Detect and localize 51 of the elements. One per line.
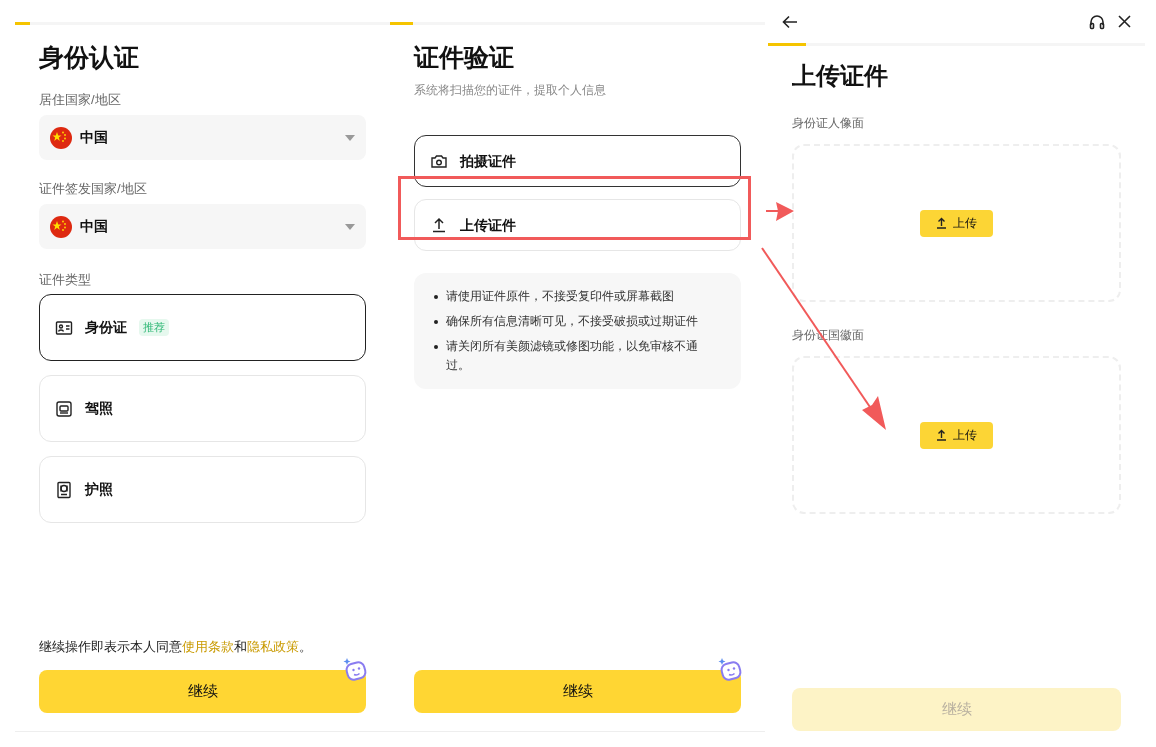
bullet-icon [434, 345, 438, 349]
close-icon[interactable] [1118, 15, 1131, 28]
dropdown-caret-icon [345, 223, 355, 230]
bullet-icon [434, 295, 438, 299]
option-label: 身份证 [85, 318, 127, 337]
option-label: 上传证件 [460, 215, 516, 235]
slot-label: 身份证人像面 [792, 115, 865, 132]
page-subtitle: 系统将扫描您的证件，提取个人信息 [414, 82, 607, 99]
field-label: 证件类型 [39, 271, 92, 289]
verification-option[interactable]: 上传证件 [414, 199, 741, 251]
upload-button[interactable]: 上传 [920, 421, 993, 449]
field-label: 证件签发国家/地区 [39, 180, 148, 198]
headset-icon[interactable] [1089, 13, 1105, 30]
tip-text: 请关闭所有美颜滤镜或修图功能，以免审核不通过。 [446, 338, 699, 374]
option-label: 护照 [85, 480, 113, 499]
dropdown-caret-icon [345, 134, 355, 141]
flag-icon [50, 126, 72, 149]
id-card-icon [55, 318, 73, 337]
upload-icon [430, 216, 448, 234]
page-title: 证件验证 [414, 42, 515, 73]
page-title: 身份认证 [39, 42, 140, 73]
select-value: 中国 [80, 128, 108, 147]
document-type-option[interactable]: 驾照 [39, 375, 366, 442]
tip-text: 请使用证件原件，不接受复印件或屏幕截图 [446, 288, 674, 305]
continue-button[interactable]: 继续 [39, 670, 366, 713]
page-title: 上传证件 [792, 61, 889, 91]
upload-dropzone[interactable]: 上传 [792, 356, 1121, 514]
country-select[interactable]: 中国 [39, 115, 366, 160]
upload-icon [936, 429, 947, 441]
continue-button[interactable]: 继续 [414, 670, 741, 713]
license-icon [55, 399, 73, 418]
option-label: 拍摄证件 [460, 151, 516, 171]
annotation-arrow [765, 202, 794, 221]
upload-icon [936, 217, 947, 229]
flag-icon [50, 215, 72, 238]
select-value: 中国 [80, 217, 108, 236]
verification-option[interactable]: 拍摄证件 [414, 135, 741, 187]
camera-icon [430, 152, 448, 170]
tip-text: 确保所有信息清晰可见，不接受破损或过期证件 [446, 313, 698, 330]
recommended-badge: 推荐 [139, 319, 169, 336]
country-select[interactable]: 中国 [39, 204, 366, 249]
upload-dropzone[interactable]: 上传 [792, 144, 1121, 302]
back-arrow-icon[interactable] [782, 14, 798, 29]
passport-icon [55, 480, 73, 499]
document-type-option[interactable]: 身份证 推荐 [39, 294, 366, 361]
document-type-option[interactable]: 护照 [39, 456, 366, 523]
option-label: 驾照 [85, 399, 113, 418]
upload-button[interactable]: 上传 [920, 209, 993, 237]
consent-text: 继续操作即表示本人同意使用条款和隐私政策。 [39, 637, 313, 656]
bullet-icon [434, 320, 438, 324]
field-label: 居住国家/地区 [39, 91, 122, 109]
